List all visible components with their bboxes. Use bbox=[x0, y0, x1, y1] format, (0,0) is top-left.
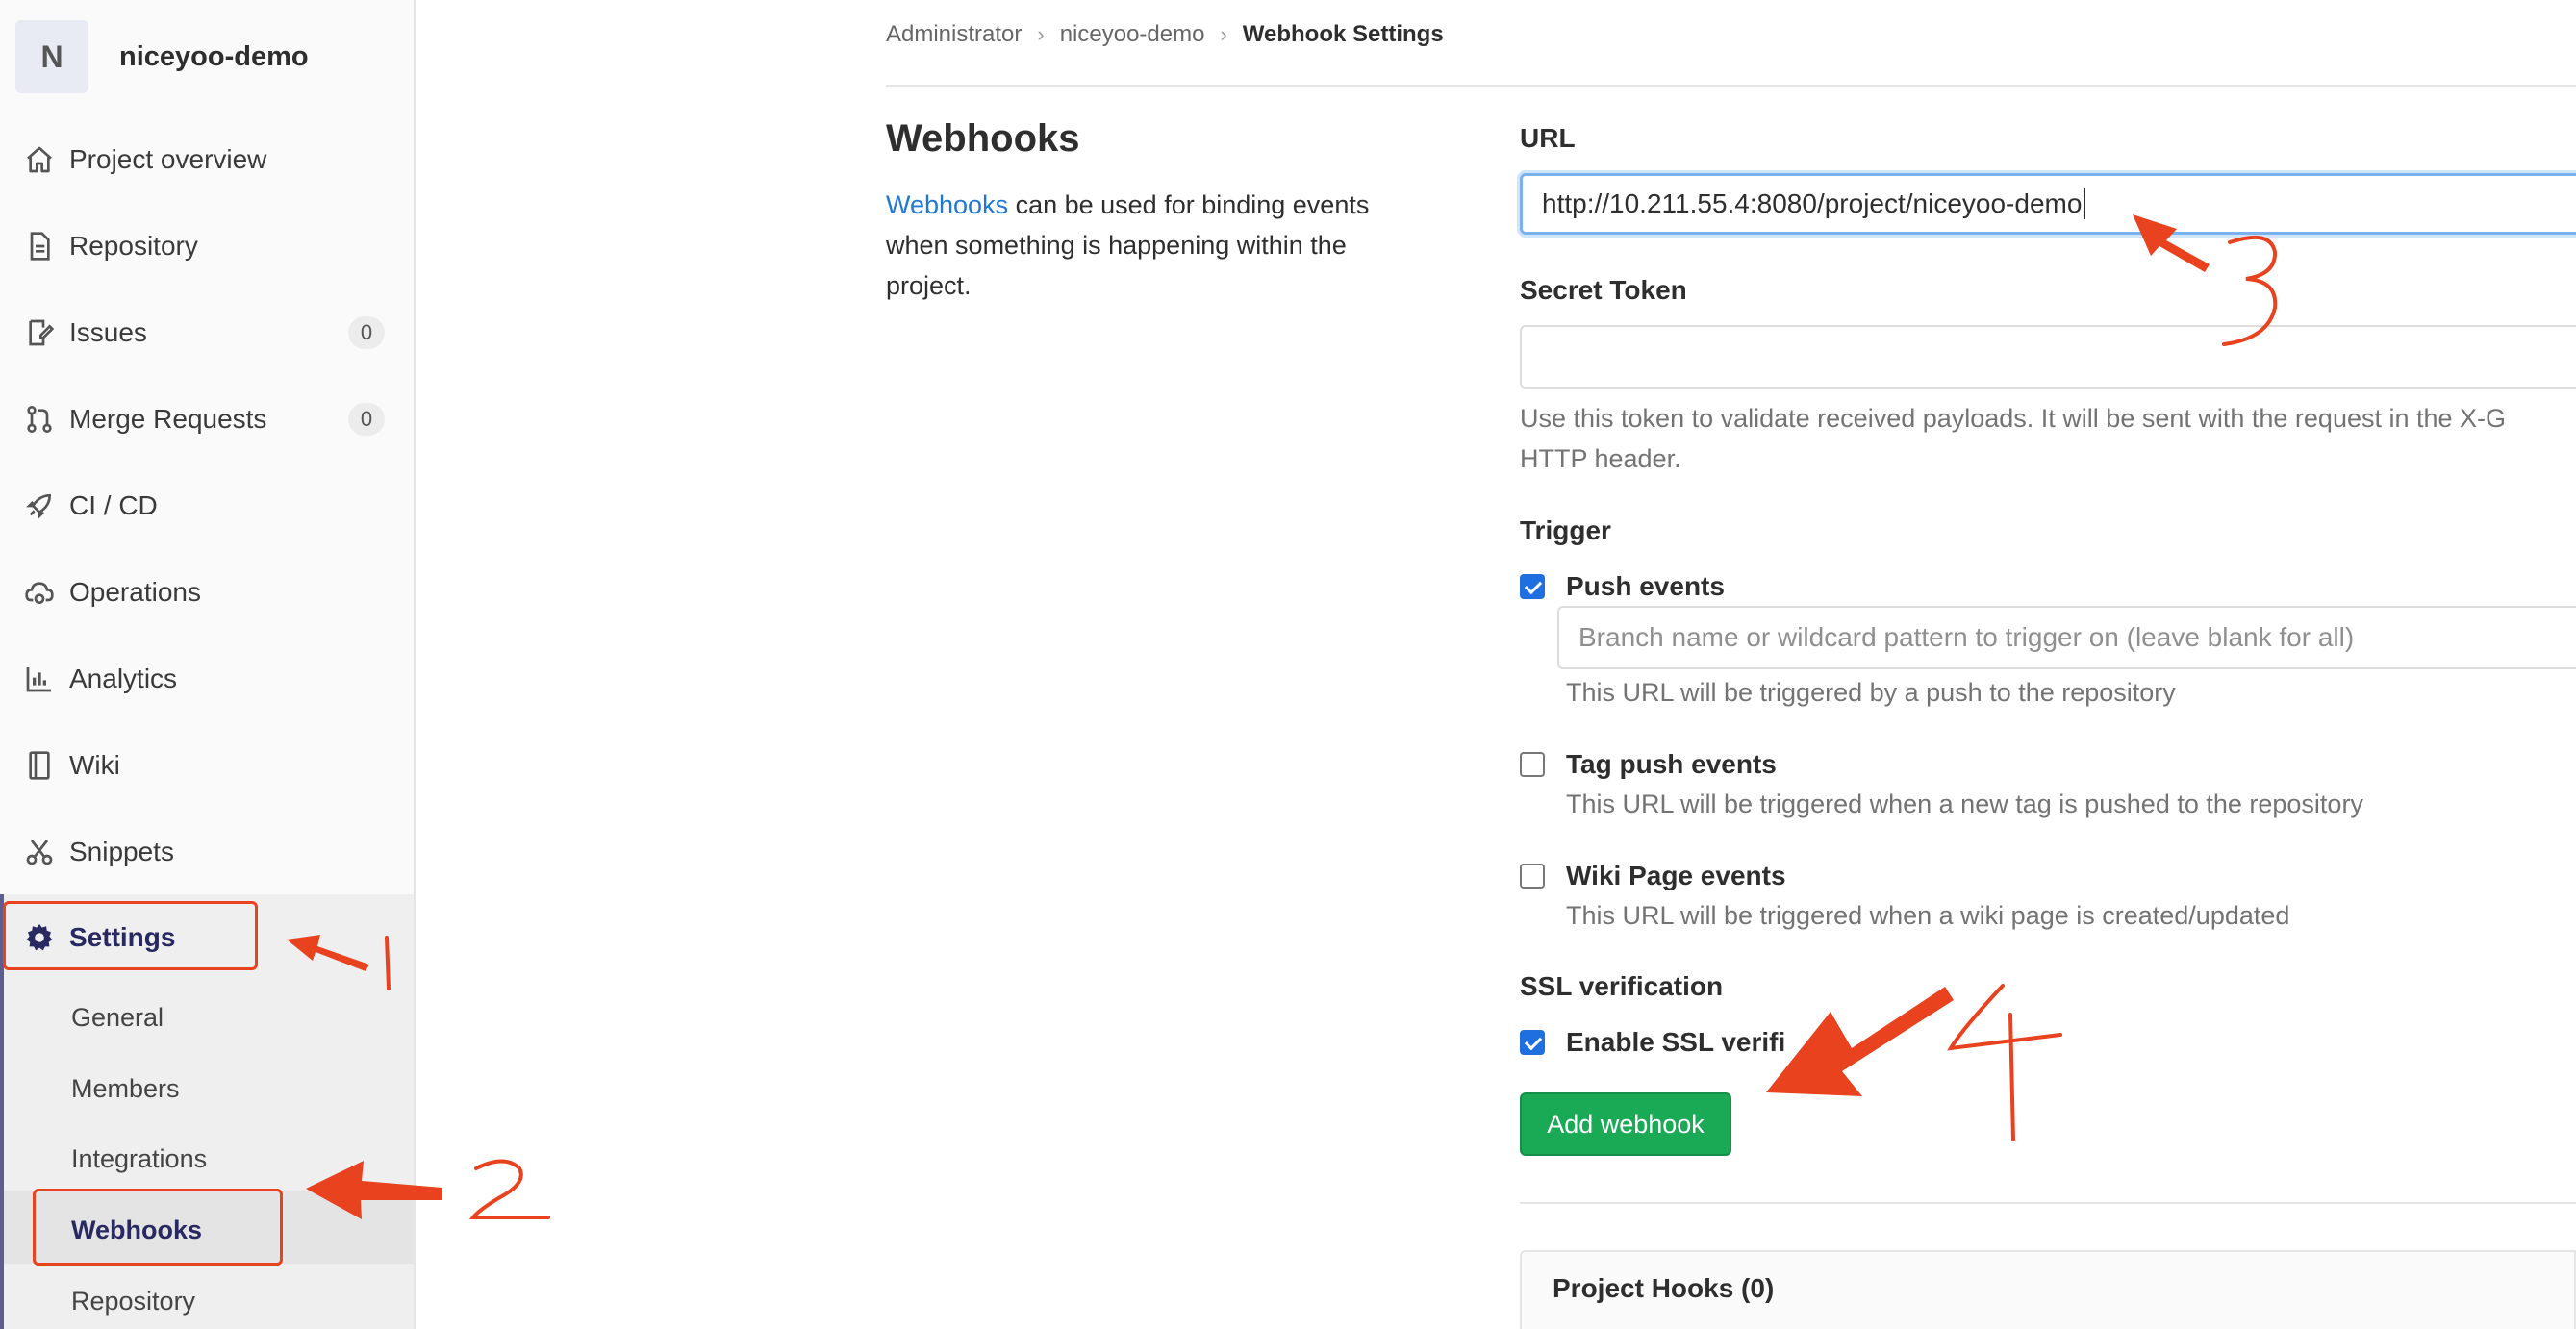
add-webhook-button[interactable]: Add webhook bbox=[1520, 1092, 1731, 1156]
project-name[interactable]: niceyoo-demo bbox=[119, 41, 309, 73]
tag-push-events-checkbox[interactable] bbox=[1520, 752, 1545, 777]
breadcrumb-current[interactable]: Webhook Settings bbox=[1243, 21, 1444, 48]
section-divider bbox=[1520, 1202, 2576, 1204]
sidebar-item-label: Project overview bbox=[69, 144, 267, 174]
annotation-number-2 bbox=[468, 1159, 550, 1219]
settings-subitem-members[interactable]: Members bbox=[71, 1065, 180, 1113]
annotation-box-webhooks bbox=[33, 1189, 283, 1266]
project-hooks-title: Project Hooks (0) bbox=[1553, 1273, 1775, 1303]
enable-ssl-checkbox[interactable] bbox=[1520, 1030, 1545, 1055]
secret-token-help-text: Use this token to validate received payl… bbox=[1520, 404, 2507, 473]
annotation-arrow-4 bbox=[1766, 987, 1954, 1096]
project-avatar[interactable]: N bbox=[15, 20, 88, 93]
home-icon bbox=[23, 143, 56, 176]
sidebar-item-analytics[interactable]: Analytics bbox=[0, 650, 414, 708]
sidebar-item-label: Merge Requests bbox=[69, 404, 267, 434]
sidebar-item-label: Snippets bbox=[69, 837, 174, 866]
sidebar-item-label: Issues bbox=[69, 317, 147, 347]
secret-token-input[interactable] bbox=[1520, 325, 2576, 389]
breadcrumb-administrator[interactable]: Administrator bbox=[886, 21, 1022, 48]
wiki-page-events-help: This URL will be triggered when a wiki p… bbox=[1566, 901, 2290, 930]
enable-ssl-label[interactable]: Enable SSL verifi bbox=[1566, 1027, 1785, 1058]
settings-subitem-repository[interactable]: Repository bbox=[71, 1277, 195, 1325]
settings-subitem-integrations[interactable]: Integrations bbox=[71, 1135, 207, 1183]
chevron-right-icon: › bbox=[1037, 22, 1045, 46]
project-hooks-panel: Project Hooks (0) bbox=[1520, 1250, 2576, 1329]
chevron-right-icon: › bbox=[1220, 22, 1227, 46]
ssl-verification-label: SSL verification bbox=[1520, 971, 1724, 1001]
document-icon bbox=[23, 230, 56, 263]
wiki-page-events-checkbox[interactable] bbox=[1520, 864, 1545, 889]
push-events-checkbox[interactable] bbox=[1520, 574, 1545, 599]
secret-token-label: Secret Token bbox=[1520, 275, 1687, 305]
cloud-gear-icon bbox=[23, 576, 56, 609]
trigger-label: Trigger bbox=[1520, 515, 1611, 545]
annotation-box-settings bbox=[3, 901, 258, 970]
sidebar-item-project-overview[interactable]: Project overview bbox=[0, 131, 414, 188]
sidebar-item-repository[interactable]: Repository bbox=[0, 217, 414, 275]
url-label: URL bbox=[1520, 123, 1576, 153]
sidebar-item-label: Repository bbox=[69, 231, 198, 261]
sidebar-item-operations[interactable]: Operations bbox=[0, 564, 414, 621]
sidebar-item-label: CI / CD bbox=[69, 490, 158, 520]
breadcrumb-project[interactable]: niceyoo-demo bbox=[1060, 21, 1205, 48]
text-caret bbox=[2084, 188, 2086, 219]
issues-icon bbox=[23, 316, 56, 349]
issues-count-badge: 0 bbox=[348, 316, 385, 349]
url-input[interactable]: http://10.211.55.4:8080/project/niceyoo-… bbox=[1520, 173, 2576, 235]
webhooks-description: Webhooks can be used for binding events … bbox=[886, 185, 1425, 306]
sidebar-item-wiki[interactable]: Wiki bbox=[0, 737, 414, 794]
url-value: http://10.211.55.4:8080/project/niceyoo-… bbox=[1542, 188, 2083, 218]
page-title: Webhooks bbox=[886, 117, 1080, 160]
scissors-icon bbox=[23, 836, 56, 868]
webhooks-help-link[interactable]: Webhooks bbox=[886, 190, 1008, 219]
push-events-label[interactable]: Push events bbox=[1566, 571, 1725, 602]
sidebar-item-issues[interactable]: Issues 0 bbox=[0, 304, 414, 362]
annotation-number-4 bbox=[1947, 984, 2062, 1141]
sidebar-item-label: Analytics bbox=[69, 664, 178, 693]
push-events-help: This URL will be triggered by a push to … bbox=[1566, 678, 2176, 707]
rocket-icon bbox=[23, 489, 56, 522]
book-icon bbox=[23, 749, 56, 782]
tag-push-events-help: This URL will be triggered when a new ta… bbox=[1566, 790, 2363, 818]
sidebar-item-snippets[interactable]: Snippets bbox=[0, 823, 414, 881]
sidebar: N niceyoo-demo Project overview Reposito… bbox=[0, 0, 416, 1329]
secret-token-help: Use this token to validate received payl… bbox=[1520, 398, 2576, 479]
breadcrumb-divider bbox=[886, 85, 2576, 87]
sidebar-item-label: Operations bbox=[69, 577, 201, 607]
branch-filter-input[interactable]: Branch name or wildcard pattern to trigg… bbox=[1557, 606, 2576, 669]
sidebar-item-label: Wiki bbox=[69, 750, 120, 780]
merge-request-icon bbox=[23, 403, 56, 436]
branch-filter-placeholder: Branch name or wildcard pattern to trigg… bbox=[1578, 622, 2355, 652]
breadcrumb: Administrator › niceyoo-demo › Webhook S… bbox=[886, 21, 1444, 48]
chart-icon bbox=[23, 663, 56, 695]
settings-subitem-general[interactable]: General bbox=[71, 993, 164, 1041]
project-header[interactable]: N niceyoo-demo bbox=[15, 20, 309, 93]
sidebar-item-merge-requests[interactable]: Merge Requests 0 bbox=[0, 390, 414, 448]
sidebar-item-ci-cd[interactable]: CI / CD bbox=[0, 477, 414, 535]
wiki-page-events-label[interactable]: Wiki Page events bbox=[1566, 861, 1786, 891]
merge-requests-count-badge: 0 bbox=[348, 403, 385, 436]
tag-push-events-label[interactable]: Tag push events bbox=[1566, 749, 1777, 780]
